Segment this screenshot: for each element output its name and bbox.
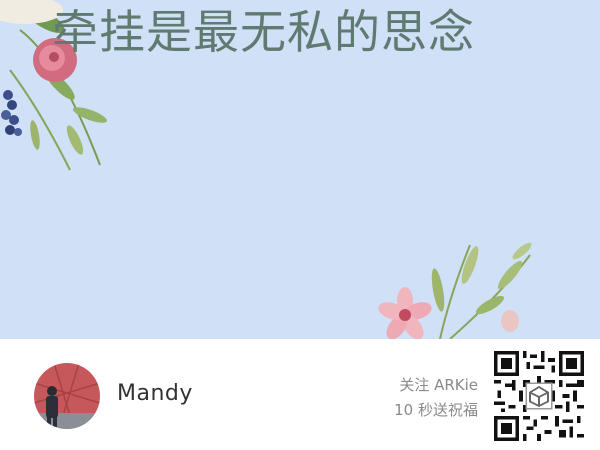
floral-decoration-bottom-right: [378, 242, 532, 339]
promo-line-follow: 关注 ARKie: [399, 376, 478, 394]
user-avatar[interactable]: [34, 363, 100, 429]
promo-line-blessing: 10 秒送祝福: [394, 401, 478, 419]
username: Mandy: [117, 381, 193, 406]
greeting-card-poster: 牵挂是最无私的思念: [0, 0, 600, 339]
poster-headline: 牵挂是最无私的思念: [52, 5, 475, 59]
footer-bar: Mandy 关注 ARKie 10 秒送祝福: [0, 339, 600, 450]
qr-code-icon[interactable]: [494, 351, 584, 441]
